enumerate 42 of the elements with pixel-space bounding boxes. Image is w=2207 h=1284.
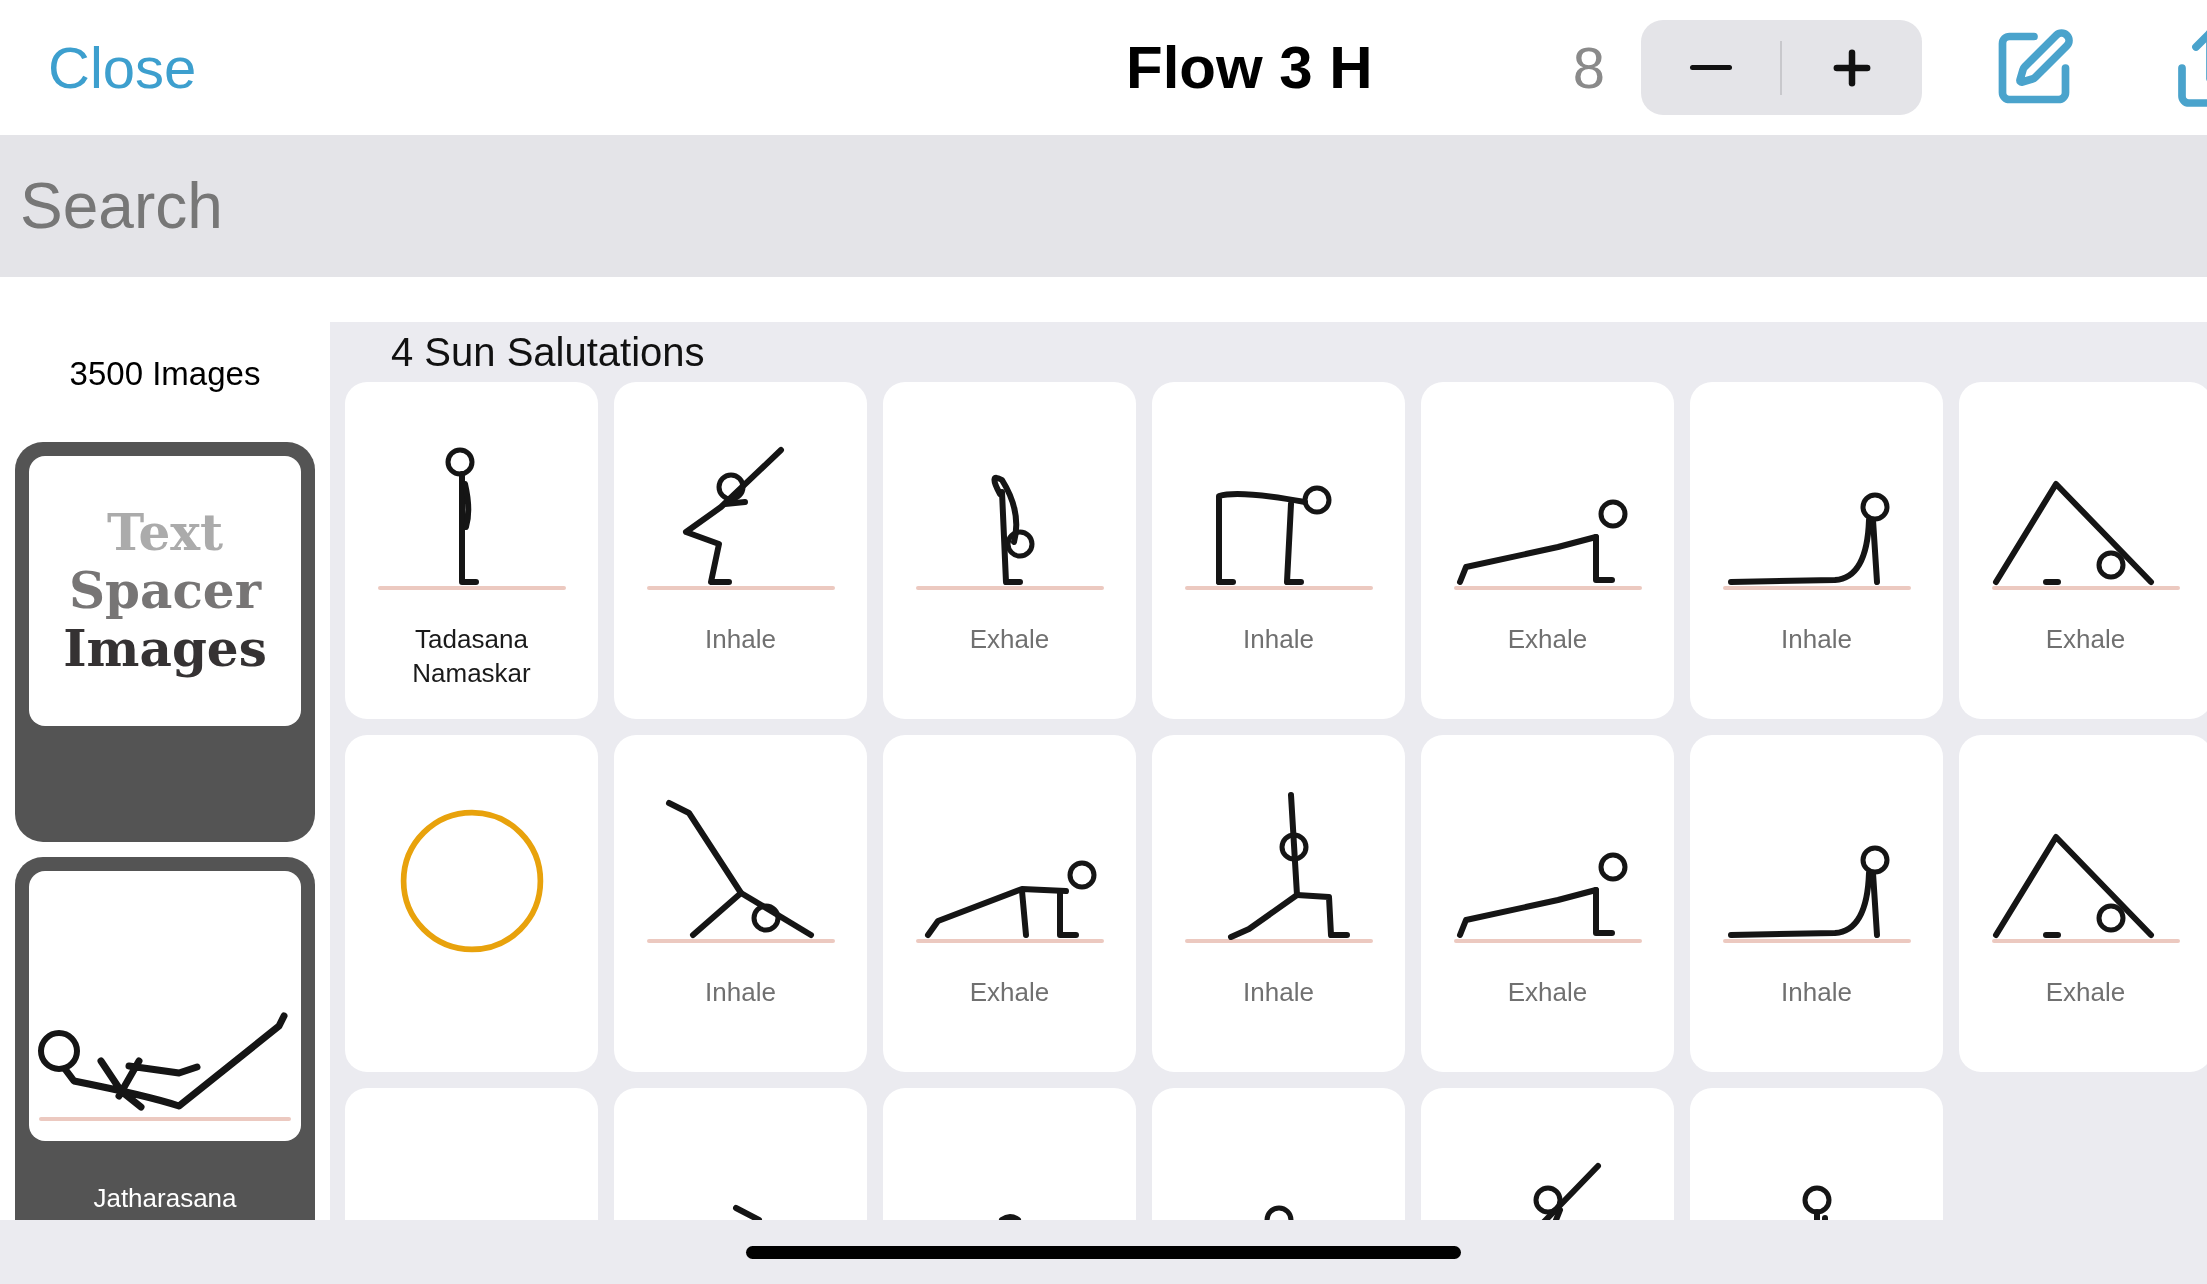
image-count: 3500 Images	[69, 354, 261, 394]
pose-tile[interactable]: Exhale	[1959, 735, 2207, 1072]
spacer-title: Spacer	[68, 562, 262, 620]
pose-label: Inhale	[705, 623, 776, 656]
pose-label: Inhale	[1243, 976, 1314, 1009]
spacer-title: Text	[106, 504, 224, 562]
pose-tile[interactable]	[345, 735, 598, 1072]
pose-tile[interactable]: Exhale	[1959, 382, 2207, 719]
pose-tile[interactable]: Inhale	[1152, 382, 1405, 719]
pose-tile[interactable]: Inhale	[1690, 735, 1943, 1072]
pose-tile[interactable]: Inhale	[614, 382, 867, 719]
spacer-title: Images	[63, 620, 267, 678]
pose-label: Exhale	[2045, 976, 2126, 1009]
pose-label: Inhale	[1781, 623, 1852, 656]
pose-label: Exhale	[1507, 623, 1588, 656]
pose-tile[interactable]: Exhale	[883, 382, 1136, 719]
pose-label: Tadasana Namaskar	[411, 623, 532, 690]
pose-tile[interactable]: Exhale	[1421, 382, 1674, 719]
search-field[interactable]: Search	[0, 135, 2207, 277]
card-label: Jatharasana	[93, 1182, 237, 1215]
library-card[interactable]: Jatharasana	[15, 857, 315, 1220]
pose-label: Exhale	[1507, 976, 1588, 1009]
home-indicator[interactable]	[746, 1245, 1461, 1259]
pose-label: Exhale	[2045, 623, 2126, 656]
pose-tile[interactable]: Inhale	[614, 735, 867, 1072]
pose-label: Inhale	[1243, 623, 1314, 656]
section-title: 4 Sun Salutations	[390, 329, 706, 376]
close-button[interactable]: Close	[48, 38, 197, 97]
pose-tile[interactable]: Inhale	[1152, 735, 1405, 1072]
stepper-control[interactable]	[1640, 20, 1922, 115]
pose-tile[interactable]: Exhale	[1421, 735, 1674, 1072]
pose-tile[interactable]: Inhale	[1690, 382, 1943, 719]
library-card[interactable]: Text Spacer Images	[15, 442, 315, 842]
pose-tile[interactable]: Tadasana Namaskar	[345, 382, 598, 719]
pose-label: Inhale	[1781, 976, 1852, 1009]
pose-tile[interactable]: Exhale	[883, 735, 1136, 1072]
pose-label: Exhale	[969, 976, 1050, 1009]
window-title: Flow 3 H	[1126, 37, 1373, 98]
count-label: 8	[1572, 38, 1605, 97]
minus-icon	[1689, 65, 1732, 70]
pose-label: Exhale	[969, 623, 1050, 656]
pose-label: Inhale	[705, 976, 776, 1009]
